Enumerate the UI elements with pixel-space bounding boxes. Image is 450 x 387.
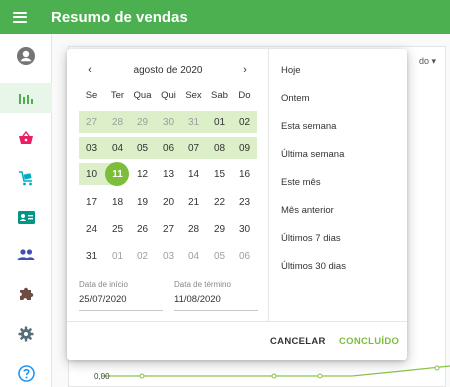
calendar-day[interactable]: 08 <box>207 137 232 159</box>
calendar-day[interactable]: 21 <box>181 191 206 213</box>
calendar-day[interactable]: 01 <box>105 245 130 267</box>
start-date-label: Data de início <box>79 280 128 289</box>
calendar-day[interactable]: 24 <box>79 218 104 240</box>
calendar-day[interactable]: 30 <box>156 111 181 133</box>
start-date-underline <box>79 310 163 311</box>
page-title: Resumo de vendas <box>51 8 188 26</box>
chevron-left-icon: ‹ <box>88 64 92 76</box>
calendar-day[interactable]: 14 <box>181 163 206 185</box>
calendar-day[interactable]: 29 <box>130 111 155 133</box>
sidebar-item-integrations[interactable] <box>0 279 52 309</box>
weekday-label: Qua <box>133 90 152 101</box>
cart-icon <box>19 170 32 185</box>
id-card-icon <box>17 210 35 224</box>
calendar-day[interactable]: 12 <box>130 163 155 185</box>
calendar-day[interactable]: 30 <box>232 218 257 240</box>
app-bar: Resumo de vendas <box>0 0 450 34</box>
sidebar <box>0 34 52 387</box>
month-label: agosto de 2020 <box>133 65 203 76</box>
calendar-day[interactable]: 05 <box>207 245 232 267</box>
calendar-day-selected[interactable]: 11 <box>105 163 130 185</box>
prev-month-button[interactable]: ‹ <box>81 61 99 79</box>
sidebar-item-orders[interactable] <box>0 123 52 153</box>
calendar-day[interactable]: 28 <box>181 218 206 240</box>
sidebar-item-cart[interactable] <box>0 163 52 193</box>
start-date-field[interactable]: 25/07/2020 <box>79 294 127 305</box>
weekday-label: Sab <box>211 90 228 101</box>
done-button[interactable]: CONCLUÍDO <box>339 336 399 347</box>
calendar-day[interactable]: 02 <box>232 111 257 133</box>
preset-this-month[interactable]: Este mês <box>281 177 321 188</box>
cancel-button[interactable]: CANCELAR <box>270 336 326 347</box>
calendar-day[interactable]: 25 <box>105 218 130 240</box>
calendar-day[interactable]: 04 <box>105 137 130 159</box>
divider <box>268 49 269 321</box>
calendar-day[interactable]: 22 <box>207 191 232 213</box>
preset-last-30-days[interactable]: Últimos 30 dias <box>281 261 346 272</box>
calendar-day[interactable]: 06 <box>232 245 257 267</box>
end-date-label: Data de término <box>174 280 231 289</box>
calendar-day[interactable]: 03 <box>79 137 104 159</box>
calendar-day[interactable]: 15 <box>207 163 232 185</box>
gear-icon <box>18 326 34 342</box>
preset-this-week[interactable]: Esta semana <box>281 121 336 132</box>
calendar: ‹ agosto de 2020 › Se Ter Qua Qui Sex Sa… <box>67 49 268 321</box>
calendar-day[interactable]: 27 <box>156 218 181 240</box>
calendar-day[interactable]: 09 <box>232 137 257 159</box>
calendar-day[interactable]: 31 <box>79 245 104 267</box>
calendar-day[interactable]: 06 <box>156 137 181 159</box>
next-month-button[interactable]: › <box>236 61 254 79</box>
sidebar-item-settings[interactable] <box>0 319 52 349</box>
divider <box>67 321 407 322</box>
preset-today[interactable]: Hoje <box>281 65 301 76</box>
weekday-label: Qui <box>161 90 176 101</box>
calendar-day[interactable]: 18 <box>105 191 130 213</box>
sidebar-item-sales-summary[interactable] <box>0 83 52 113</box>
bar-chart-icon <box>19 94 33 104</box>
calendar-day[interactable]: 04 <box>181 245 206 267</box>
avatar-icon <box>17 47 35 65</box>
preset-last-7-days[interactable]: Últimos 7 dias <box>281 233 341 244</box>
weekday-label: Sex <box>185 90 202 101</box>
sidebar-item-users[interactable] <box>0 240 52 270</box>
sidebar-item-customers[interactable] <box>0 202 52 232</box>
calendar-day[interactable]: 10 <box>79 163 104 185</box>
calendar-day[interactable]: 31 <box>181 111 206 133</box>
preset-previous-month[interactable]: Mês anterior <box>281 205 334 216</box>
axis-tick-label: 0,00 <box>94 372 110 381</box>
sidebar-item-help[interactable] <box>0 358 52 387</box>
calendar-day[interactable]: 26 <box>130 218 155 240</box>
calendar-day[interactable]: 17 <box>79 191 104 213</box>
weekday-label: Ter <box>110 90 125 101</box>
calendar-day[interactable]: 05 <box>130 137 155 159</box>
help-icon <box>17 364 35 382</box>
preset-last-week[interactable]: Última semana <box>281 149 344 160</box>
calendar-day[interactable]: 13 <box>156 163 181 185</box>
calendar-day[interactable]: 16 <box>232 163 257 185</box>
menu-icon[interactable] <box>13 11 27 23</box>
calendar-day[interactable]: 19 <box>130 191 155 213</box>
basket-icon <box>19 131 33 144</box>
chevron-right-icon: › <box>243 64 247 76</box>
calendar-day[interactable]: 02 <box>130 245 155 267</box>
calendar-day[interactable]: 01 <box>207 111 232 133</box>
calendar-day[interactable]: 03 <box>156 245 181 267</box>
calendar-day[interactable]: 07 <box>181 137 206 159</box>
end-date-field[interactable]: 11/08/2020 <box>174 294 221 305</box>
puzzle-icon <box>20 287 34 300</box>
weekday-label: Se <box>85 90 98 101</box>
calendar-day[interactable]: 29 <box>207 218 232 240</box>
calendar-day[interactable]: 27 <box>79 111 104 133</box>
sidebar-item-profile[interactable] <box>0 41 52 71</box>
people-icon <box>17 249 35 260</box>
preset-yesterday[interactable]: Ontem <box>281 93 310 104</box>
calendar-day[interactable]: 28 <box>105 111 130 133</box>
date-range-picker: ‹ agosto de 2020 › Se Ter Qua Qui Sex Sa… <box>67 49 407 360</box>
calendar-day[interactable]: 20 <box>156 191 181 213</box>
calendar-day[interactable]: 23 <box>232 191 257 213</box>
weekday-label: Do <box>238 90 251 101</box>
end-date-underline <box>174 310 258 311</box>
